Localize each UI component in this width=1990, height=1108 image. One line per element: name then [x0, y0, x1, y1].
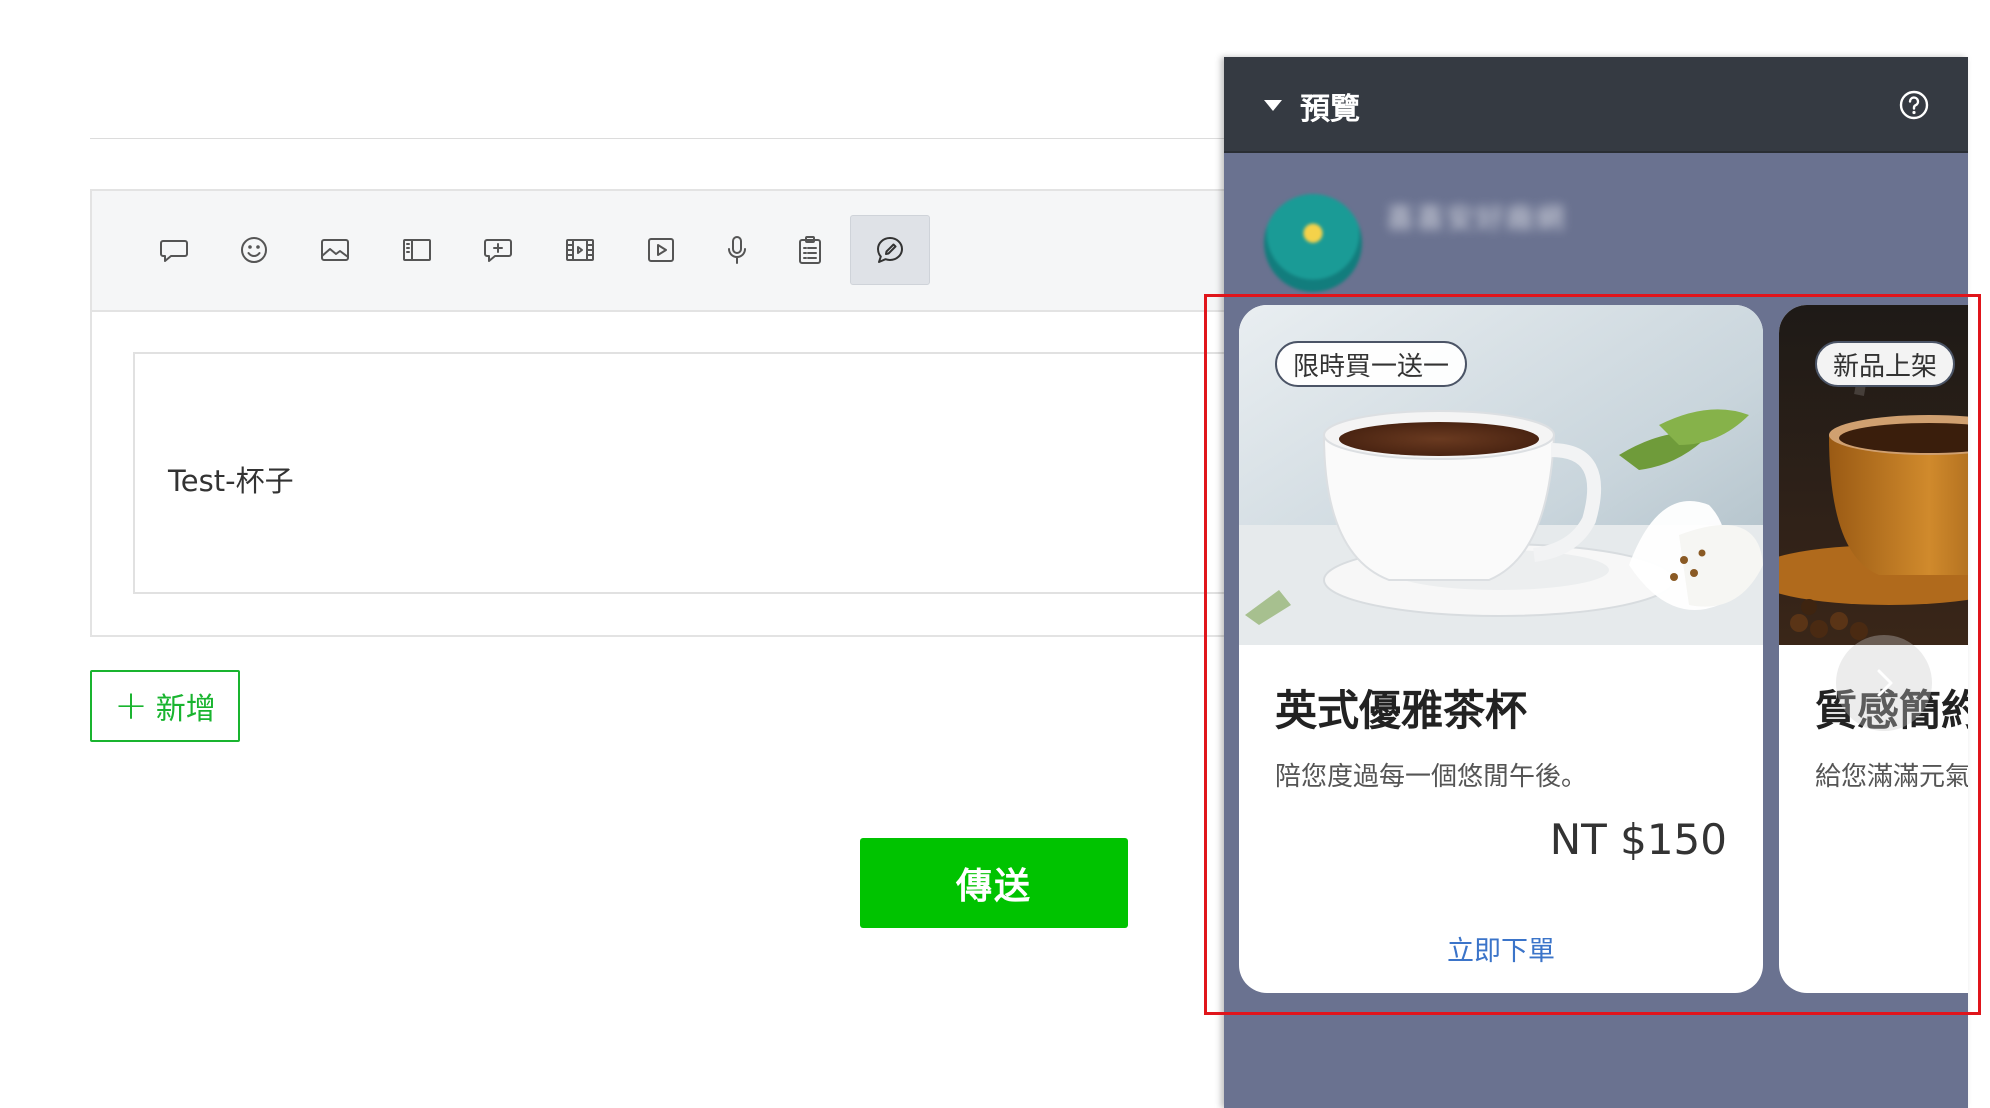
- tool-audio[interactable]: [697, 215, 777, 285]
- sender-avatar: [1264, 194, 1362, 292]
- tool-image[interactable]: [295, 215, 375, 285]
- message-type-toolbar: [92, 191, 1250, 312]
- tool-text-message[interactable]: [134, 215, 214, 285]
- card-price: NT $150: [1549, 815, 1727, 864]
- tool-video[interactable]: [621, 215, 701, 285]
- microphone-icon: [728, 236, 746, 264]
- card-badge: 新品上架: [1815, 341, 1956, 387]
- tool-rich-video[interactable]: [540, 215, 620, 285]
- tool-sticker[interactable]: [214, 215, 294, 285]
- card-description: 陪您度過每一個悠閒午後。: [1275, 762, 1588, 792]
- message-input-box[interactable]: Test-杯子: [133, 352, 1250, 594]
- carousel-card[interactable]: 限時買一送一 英式優雅茶杯 陪您度過每一個悠閒午後。 NT $150 立即下單: [1239, 305, 1763, 993]
- film-icon: [566, 239, 594, 261]
- panel-icon: [403, 239, 431, 261]
- tool-rich-message[interactable]: [458, 215, 538, 285]
- plus-icon: +: [114, 683, 148, 729]
- tool-card-message[interactable]: [377, 215, 457, 285]
- collapse-caret-icon[interactable]: [1264, 100, 1282, 111]
- sender-name: 喜喜安好廠網: [1386, 202, 1567, 235]
- message-editor: Test-杯子: [90, 189, 1250, 637]
- tool-flex-message[interactable]: [850, 215, 930, 285]
- send-button[interactable]: 傳送: [860, 838, 1128, 928]
- bubble-edit-icon: [877, 237, 903, 263]
- preview-header[interactable]: 預覽: [1224, 57, 1968, 153]
- card-title: 英式優雅茶杯: [1275, 686, 1528, 735]
- bubble-plus-icon: [484, 239, 512, 262]
- smiley-icon: [241, 237, 267, 263]
- carousel-next-button[interactable]: [1836, 635, 1932, 731]
- clipboard-icon: [799, 236, 821, 264]
- speech-bubble-icon: [160, 240, 188, 262]
- card-badge: 限時買一送一: [1275, 341, 1468, 387]
- section-divider: [90, 138, 1250, 139]
- chevron-right-icon: [1877, 669, 1893, 697]
- image-icon: [321, 239, 349, 261]
- add-message-label: 新增: [155, 692, 216, 727]
- preview-title: 預覽: [1300, 92, 1360, 127]
- tool-survey[interactable]: [770, 215, 850, 285]
- message-text[interactable]: Test-杯子: [168, 458, 294, 500]
- order-now-button[interactable]: 立即下單: [1239, 929, 1763, 968]
- card-description: 給您滿滿元氣: [1815, 762, 1968, 792]
- preview-panel: 預覽 喜喜安好廠網 限時買一送一 英式優雅茶杯 陪您度過每一個悠閒午後。 NT …: [1224, 57, 1968, 1108]
- help-icon[interactable]: [1898, 89, 1930, 121]
- play-icon: [648, 238, 674, 262]
- add-message-button[interactable]: + 新增: [90, 670, 240, 742]
